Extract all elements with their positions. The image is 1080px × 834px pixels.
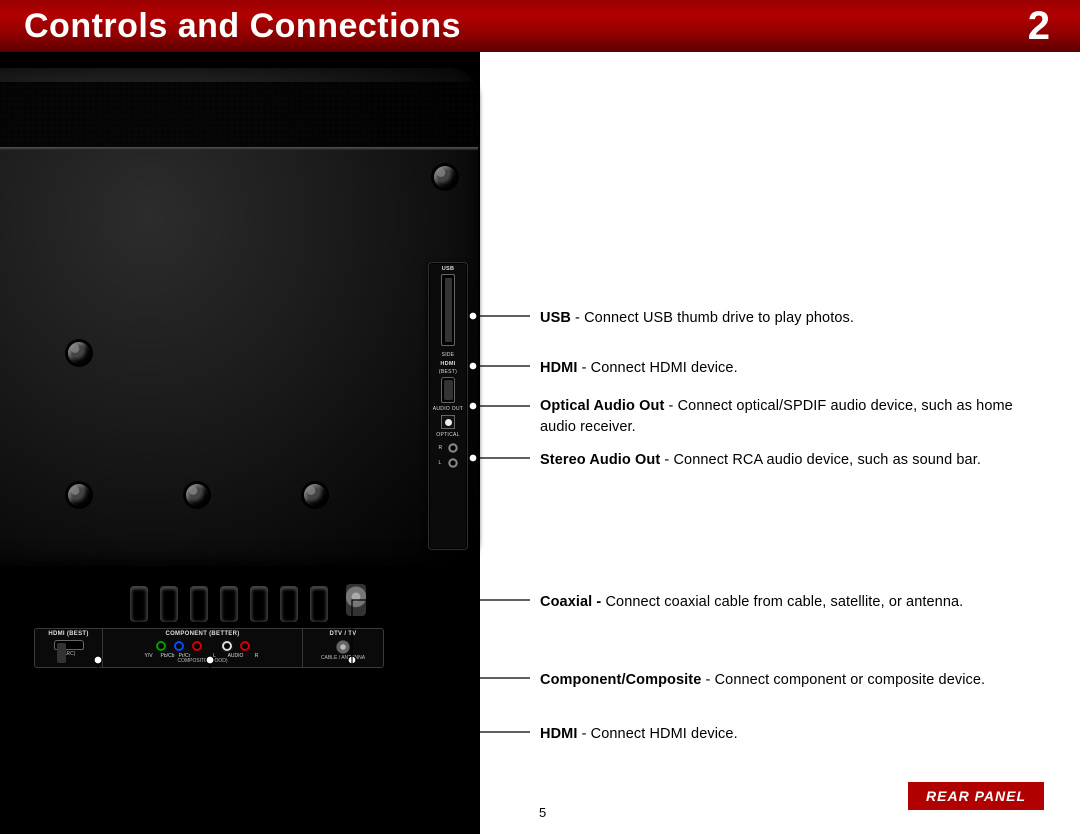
callout-component: Component/Composite - Connect component … [540,670,985,691]
vent-rib-icon [160,586,178,622]
audio-r-icon [239,640,251,652]
tv-rear-illustration: USB SIDE HDMI (BEST) AUDIO OUT OPTICAL R… [0,52,480,834]
stereo-rca-row: R [429,443,467,453]
speaker-grille [0,82,478,150]
vent-rib-icon [130,586,148,622]
audio-l-icon [221,640,233,652]
bottom-hdmi-title: HDMI (BEST) [48,631,88,637]
stereo-rca-row: L [429,458,467,468]
audio-r-label: R [251,653,263,659]
screw-icon [68,342,90,364]
vent-rib-icon [280,586,298,622]
bottom-dtv-section: DTV / TV CABLE / ANTENNA [303,629,383,667]
vent-rib-icon [250,586,268,622]
plate-highlight-edge [0,147,478,150]
hdmi-best-label: (BEST) [429,369,467,375]
rear-panel-badge: REAR PANEL [908,782,1044,810]
vent-rib-icon [220,586,238,622]
bottom-dtv-sub: CABLE / ANTENNA [321,655,365,661]
bottom-port-strip: HDMI (BEST) (ARC) COMPONENT (BETTER) Y/V… [34,628,384,668]
pb-label: Pb/Cb [161,653,173,659]
screw-icon [68,484,90,506]
usb-label: USB [429,266,467,272]
page-title: Controls and Connections [24,7,461,46]
component-pr-icon [191,640,203,652]
bottom-component-section: COMPONENT (BETTER) Y/V Pb/Cb Pr/Cr L AUD… [103,629,303,667]
callout-column: USB - Connect USB thumb drive to play ph… [540,52,1050,834]
component-port-row [155,640,251,652]
callout-stereo-bold: Stereo Audio Out [540,452,660,468]
audio-out-label: AUDIO OUT [429,407,467,412]
page-number: 5 [539,805,546,820]
hdmi-port-icon [54,640,84,650]
chapter-header: Controls and Connections 2 [0,0,1080,52]
page-content: USB SIDE HDMI (BEST) AUDIO OUT OPTICAL R… [0,52,1080,834]
screw-icon [434,166,456,188]
callout-usb-text: - Connect USB thumb drive to play photos… [571,310,854,326]
usb-port-icon [441,274,455,346]
callout-coaxial-bold: Coaxial - [540,594,605,610]
bottom-dtv-title: DTV / TV [329,631,356,637]
optical-port-icon [441,415,455,429]
bottom-hdmi-section: HDMI (BEST) (ARC) [35,629,103,667]
callout-component-bold: Component/Composite [540,672,701,688]
callout-component-text: - Connect component or composite device. [701,672,985,688]
bottom-component-title: COMPONENT (BETTER) [165,631,239,637]
callout-hdmi-bottom-bold: HDMI [540,726,577,742]
rca-r-label: R [439,445,442,451]
vent-rib-icon [190,586,208,622]
component-pb-icon [173,640,185,652]
side-label: SIDE [429,352,467,358]
side-port-panel: USB SIDE HDMI (BEST) AUDIO OUT OPTICAL R… [428,262,468,550]
callout-hdmi-bottom: HDMI - Connect HDMI device. [540,724,738,745]
callout-coaxial: Coaxial - Connect coaxial cable from cab… [540,592,963,613]
callout-usb: USB - Connect USB thumb drive to play ph… [540,308,854,329]
callout-stereo: Stereo Audio Out - Connect RCA audio dev… [540,450,981,471]
hdmi-label: HDMI [429,361,467,367]
screw-icon [304,484,326,506]
screw-icon [186,484,208,506]
coax-mini-icon [336,640,350,654]
callout-stereo-text: - Connect RCA audio device, such as soun… [660,452,981,468]
hdmi-port-icon [441,377,455,403]
callout-optical: Optical Audio Out - Connect optical/SPDI… [540,396,1050,438]
rca-plug-icon [448,443,458,453]
optical-label: OPTICAL [429,432,467,438]
callout-usb-bold: USB [540,310,571,326]
coax-port-icon [346,584,366,616]
callout-optical-bold: Optical Audio Out [540,398,664,414]
callout-hdmi-side-text: - Connect HDMI device. [577,360,737,376]
chapter-number: 2 [1028,4,1050,49]
y-label: Y/V [143,653,155,659]
audio-word-label: AUDIO [227,653,245,659]
tv-lower-panel [0,572,478,832]
callout-hdmi-bottom-text: - Connect HDMI device. [577,726,737,742]
callout-hdmi-side-bold: HDMI [540,360,577,376]
rca-l-label: L [439,460,442,466]
component-y-icon [155,640,167,652]
callout-hdmi-side: HDMI - Connect HDMI device. [540,358,738,379]
callout-coaxial-text: Connect coaxial cable from cable, satell… [605,594,963,610]
vent-rib-icon [310,586,328,622]
composite-sub-label: COMPOSITE (GOOD) [178,658,228,664]
rca-plug-icon [448,458,458,468]
